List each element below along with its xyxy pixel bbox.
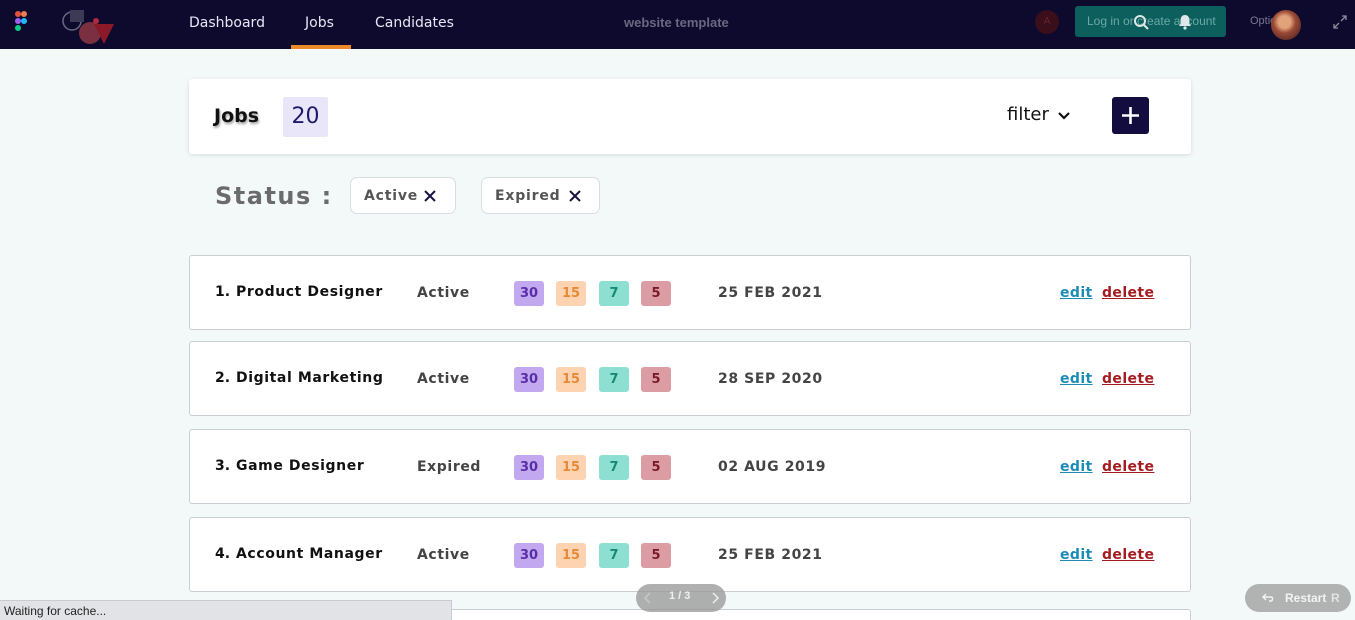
filter-dropdown[interactable]: filter xyxy=(1007,104,1071,125)
chevron-down-icon xyxy=(1058,111,1070,120)
count-badge-rose: 5 xyxy=(641,281,671,306)
site-title: website template xyxy=(624,15,729,30)
job-row: 1. Product Designer Active 30 15 7 5 25 … xyxy=(189,255,1191,330)
delete-link[interactable]: delete xyxy=(1102,371,1154,387)
count-badge-purple: 30 xyxy=(514,281,544,306)
restart-label: Restart xyxy=(1285,591,1327,605)
count-badge-rose: 5 xyxy=(641,543,671,568)
jobs-header-card: Jobs 20 filter xyxy=(189,79,1191,154)
nav-dashboard[interactable]: Dashboard xyxy=(189,15,265,31)
job-number: 1. xyxy=(215,284,231,300)
brand-logo xyxy=(62,10,114,44)
count-badge-purple: 30 xyxy=(514,455,544,480)
edit-link[interactable]: edit xyxy=(1060,285,1093,301)
status-chip-expired: Expired xyxy=(481,177,600,214)
job-title: Product Designer xyxy=(236,284,383,300)
nav-jobs[interactable]: Jobs xyxy=(305,15,334,31)
chevron-left-icon[interactable] xyxy=(641,591,655,605)
login-button[interactable]: Log in or create account xyxy=(1075,6,1226,37)
job-title: Digital Marketing xyxy=(236,370,384,386)
edit-link[interactable]: edit xyxy=(1060,547,1093,563)
close-icon[interactable] xyxy=(423,189,437,203)
job-title: Game Designer xyxy=(236,458,365,474)
chip-label: Expired xyxy=(495,187,561,204)
count-badge-peach: 15 xyxy=(556,543,586,568)
job-row: 2. Digital Marketing Active 30 15 7 5 28… xyxy=(189,341,1191,416)
job-date: 28 SEP 2020 xyxy=(718,371,823,387)
chip-label: Active xyxy=(364,187,419,204)
count-badge-teal: 7 xyxy=(599,367,629,392)
filter-label: filter xyxy=(1007,104,1049,125)
job-title: Account Manager xyxy=(236,546,383,562)
browser-status-bar: Waiting for cache... xyxy=(0,600,452,620)
job-number: 4. xyxy=(215,546,231,562)
edit-link[interactable]: edit xyxy=(1060,371,1093,387)
job-number: 2. xyxy=(215,370,231,386)
delete-link[interactable]: delete xyxy=(1102,547,1154,563)
chevron-right-icon[interactable] xyxy=(708,591,722,605)
count-badge-peach: 15 xyxy=(556,455,586,480)
restart-shortcut: R xyxy=(1331,591,1340,605)
nav-candidates[interactable]: Candidates xyxy=(375,15,454,31)
job-date: 02 AUG 2019 xyxy=(718,459,827,475)
expand-icon[interactable] xyxy=(1332,14,1348,30)
close-icon[interactable] xyxy=(568,189,582,203)
count-badge-peach: 15 xyxy=(556,367,586,392)
count-badge-purple: 30 xyxy=(514,367,544,392)
figma-icon[interactable] xyxy=(15,11,27,31)
status-chip-active: Active xyxy=(350,177,456,214)
job-status: Active xyxy=(417,371,470,387)
job-status: Active xyxy=(417,547,470,563)
nav-active-indicator xyxy=(291,45,351,49)
delete-link[interactable]: delete xyxy=(1102,285,1154,301)
delete-link[interactable]: delete xyxy=(1102,459,1154,475)
page-title: Jobs xyxy=(214,105,260,127)
count-badge-teal: 7 xyxy=(599,543,629,568)
count-badge-teal: 7 xyxy=(599,455,629,480)
add-job-button[interactable] xyxy=(1112,97,1149,134)
top-navigation-bar: Dashboard Jobs Candidates website templa… xyxy=(0,0,1355,49)
job-date: 25 FEB 2021 xyxy=(718,285,823,301)
job-row: 3. Game Designer Expired 30 15 7 5 02 AU… xyxy=(189,429,1191,504)
bell-icon[interactable] xyxy=(1177,14,1193,30)
edit-link[interactable]: edit xyxy=(1060,459,1093,475)
count-badge-teal: 7 xyxy=(599,281,629,306)
pager-text: 1 / 3 xyxy=(669,590,691,602)
user-avatar[interactable] xyxy=(1271,10,1301,40)
search-icon[interactable] xyxy=(1133,14,1149,30)
job-status: Active xyxy=(417,285,470,301)
undo-icon xyxy=(1262,593,1274,602)
account-initial-avatar[interactable]: A xyxy=(1035,10,1059,34)
job-date: 25 FEB 2021 xyxy=(718,547,823,563)
count-badge-rose: 5 xyxy=(641,367,671,392)
plus-icon xyxy=(1122,107,1139,124)
restart-button[interactable]: Restart R xyxy=(1245,584,1351,612)
job-row: 4. Account Manager Active 30 15 7 5 25 F… xyxy=(189,517,1191,592)
count-badge-rose: 5 xyxy=(641,455,671,480)
count-badge-purple: 30 xyxy=(514,543,544,568)
jobs-count-badge: 20 xyxy=(283,97,328,137)
count-badge-peach: 15 xyxy=(556,281,586,306)
status-filter-label: Status : xyxy=(215,182,333,210)
job-status: Expired xyxy=(417,459,482,475)
prototype-pager: 1 / 3 xyxy=(636,584,726,612)
job-number: 3. xyxy=(215,458,231,474)
